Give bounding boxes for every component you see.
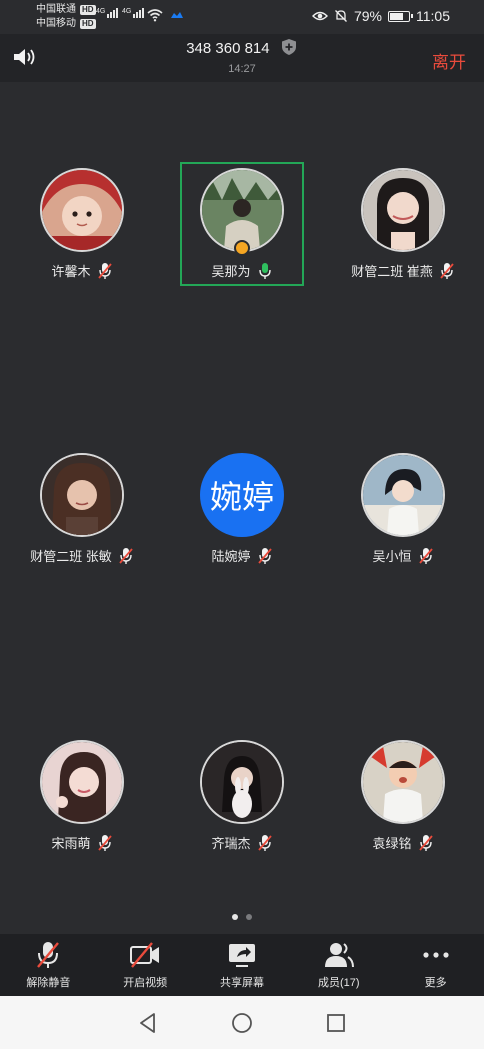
unmute-label: 解除静音 [26, 977, 71, 989]
avatar [200, 740, 284, 824]
avatar [40, 740, 124, 824]
clock: 11:05 [416, 8, 450, 24]
members-icon [324, 943, 354, 968]
avatar [361, 168, 445, 252]
back-icon[interactable] [136, 1011, 160, 1035]
participant-name: 陆婉婷 [211, 549, 251, 564]
unmute-button[interactable]: 解除静音 [0, 934, 97, 996]
participant-name: 许馨木 [51, 264, 91, 279]
avatar [40, 168, 124, 252]
hd-badge-1: HD [80, 5, 96, 15]
system-nav-bar [0, 996, 484, 1049]
participant-tile[interactable]: 财管二班 崔燕 [341, 162, 465, 286]
participant-name: 财管二班 张敏 [30, 549, 112, 564]
page-indicator[interactable] [0, 914, 484, 920]
more-icon [422, 952, 449, 958]
participant-name: 吴那为 [211, 264, 251, 279]
participant-tile[interactable]: 袁绿铭 [341, 734, 465, 858]
mute-bell-icon [335, 10, 347, 22]
page-dot[interactable] [246, 914, 252, 920]
start-video-label: 开启视频 [123, 977, 168, 989]
mic-muted-icon [97, 262, 112, 279]
recents-icon[interactable] [324, 1011, 348, 1035]
mic-muted-icon [440, 262, 454, 279]
meeting-id-row[interactable]: 348 360 814 [0, 38, 484, 57]
text-avatar: 婉婷 [200, 453, 284, 537]
participant-name-row: 吴小恒 [301, 546, 484, 565]
mic-muted-icon [418, 834, 433, 851]
participant-tile[interactable]: 许馨木 [20, 162, 144, 286]
battery-icon [388, 10, 413, 22]
mic-muted-icon [418, 547, 433, 564]
members-button[interactable]: 成员(17) [290, 934, 387, 996]
participant-name: 齐瑞杰 [211, 836, 251, 851]
status-right: 79% 11:05 [311, 8, 450, 24]
more-button[interactable]: 更多 [387, 934, 484, 996]
participant-name: 袁绿铭 [372, 836, 412, 851]
mic-on-icon [258, 262, 271, 279]
participant-tile-active[interactable]: 吴那为 [180, 162, 304, 286]
start-video-button[interactable]: 开启视频 [97, 934, 194, 996]
meeting-id: 348 360 814 [186, 40, 270, 57]
host-badge-icon [234, 240, 250, 256]
signal-2-icon: 4G [122, 8, 145, 18]
video-off-icon [130, 942, 160, 968]
share-screen-label: 共享屏幕 [219, 977, 264, 989]
participant-tile[interactable]: 婉婷 陆婉婷 [180, 447, 304, 571]
shield-plus-icon[interactable] [280, 38, 298, 56]
hd-badge-2: HD [80, 19, 96, 29]
meeting-elapsed-time: 14:27 [228, 63, 256, 75]
participant-tile[interactable]: 齐瑞杰 [180, 734, 304, 858]
mic-muted-icon [119, 547, 133, 564]
participant-tile[interactable]: 吴小恒 [341, 447, 465, 571]
avatar [40, 453, 124, 537]
mic-muted-icon [97, 834, 112, 851]
mic-muted-icon [257, 834, 272, 851]
participant-tile[interactable]: 宋雨萌 [20, 734, 144, 858]
mic-muted-icon [257, 547, 272, 564]
carrier-1: 中国联通 [36, 4, 76, 15]
share-screen-button[interactable]: 共享屏幕 [194, 934, 291, 996]
carrier-2: 中国移动 [36, 18, 76, 29]
signal-1-icon: 4G [96, 8, 119, 18]
participant-name-row: 袁绿铭 [301, 833, 484, 852]
meeting-header: 348 360 814 14:27 离开 [0, 34, 484, 82]
meeting-toolbar: 解除静音 开启视频 共享屏幕 成员(17) 更多 [0, 934, 484, 996]
leave-button[interactable]: 离开 [432, 48, 466, 73]
page-dot-active[interactable] [232, 914, 238, 920]
participant-tile[interactable]: 财管二班 张敏 [20, 447, 144, 571]
share-screen-icon [228, 944, 255, 967]
avatar [361, 453, 445, 537]
participant-name: 吴小恒 [372, 549, 412, 564]
app-notification-icon [171, 12, 183, 18]
members-label: 成员(17) [318, 977, 360, 989]
eye-icon [311, 11, 328, 21]
more-label: 更多 [424, 977, 447, 989]
participant-grid: 许馨木 吴那为 财管二班 崔燕 财管二班 张敏 婉婷 陆婉婷 吴小恒 宋雨萌 齐… [0, 82, 484, 932]
participant-name-row: 财管二班 崔燕 [301, 261, 484, 280]
battery-percent: 79% [353, 8, 382, 24]
home-icon[interactable] [230, 1011, 254, 1035]
avatar [361, 740, 445, 824]
participant-name: 财管二班 崔燕 [351, 264, 433, 279]
carrier-info: 中国联通 HD 中国移动 HD [36, 3, 96, 31]
participant-name: 宋雨萌 [51, 836, 91, 851]
status-bar: 中国联通 HD 中国移动 HD 4G 4G 79% 11:05 [0, 0, 484, 34]
wifi-icon [147, 9, 163, 22]
mic-off-icon [37, 942, 60, 968]
